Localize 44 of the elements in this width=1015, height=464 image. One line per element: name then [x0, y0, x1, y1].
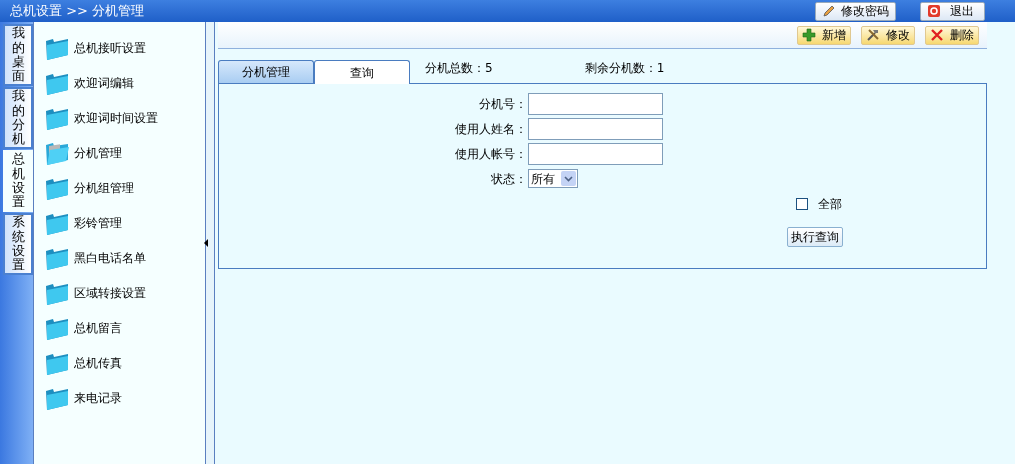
- status-dropdown[interactable]: 所有: [528, 169, 578, 188]
- remaining-extensions: 剩余分机数：1: [584, 60, 665, 77]
- checkbox-label: 全部: [818, 196, 842, 213]
- menu-item[interactable]: 分机组管理: [44, 174, 205, 202]
- menu-item[interactable]: 彩铃管理: [44, 209, 205, 237]
- pencil-icon: [822, 4, 836, 18]
- menu-item[interactable]: 区域转接设置: [44, 279, 205, 307]
- splitter[interactable]: [205, 22, 215, 464]
- power-icon: [927, 4, 941, 18]
- field-label: 使用人帐号：: [454, 145, 527, 163]
- side-tab[interactable]: 总机设置: [3, 150, 33, 212]
- checkbox[interactable]: [796, 198, 808, 210]
- tools-icon: [866, 28, 880, 42]
- edit-button[interactable]: 修改: [861, 25, 915, 45]
- field-label: 使用人姓名：: [454, 120, 527, 138]
- plus-icon: [802, 28, 816, 42]
- input-field[interactable]: [528, 142, 663, 165]
- menu-item[interactable]: 总机留言: [44, 314, 205, 342]
- side-tab[interactable]: 系统设置: [3, 213, 33, 275]
- side-tab[interactable]: 我的桌面: [3, 24, 33, 86]
- field-label: 分机号：: [478, 95, 527, 113]
- close-icon: [930, 28, 944, 42]
- breadcrumb: 总机设置 >> 分机管理: [9, 2, 145, 21]
- delete-button[interactable]: 删除: [925, 25, 979, 45]
- input-field[interactable]: [528, 117, 663, 140]
- tab[interactable]: 查询: [314, 60, 410, 84]
- tab[interactable]: 分机管理: [218, 60, 314, 83]
- logout-button[interactable]: 退出: [920, 1, 985, 21]
- collapse-arrow-icon[interactable]: [204, 239, 208, 247]
- menu-item[interactable]: 总机传真: [44, 349, 205, 377]
- menu-item[interactable]: 欢迎词时间设置: [44, 104, 205, 132]
- field-label: 状态：: [490, 170, 527, 188]
- menu-item[interactable]: 总机接听设置: [44, 34, 205, 62]
- menu-item[interactable]: 欢迎词编辑: [44, 69, 205, 97]
- menu-item[interactable]: 分机管理: [44, 139, 205, 167]
- change-password-button[interactable]: 修改密码: [815, 1, 896, 21]
- side-tab[interactable]: 我的分机: [3, 87, 33, 149]
- menu-item[interactable]: 黑白电话名单: [44, 244, 205, 272]
- input-field[interactable]: [528, 92, 663, 115]
- execute-query-button[interactable]: 执行查询: [787, 227, 843, 247]
- add-button[interactable]: 新增: [797, 25, 851, 45]
- extension-total: 分机总数：5: [425, 60, 493, 77]
- open-folder-icon: [44, 140, 70, 166]
- menu-item[interactable]: 来电记录: [44, 384, 205, 412]
